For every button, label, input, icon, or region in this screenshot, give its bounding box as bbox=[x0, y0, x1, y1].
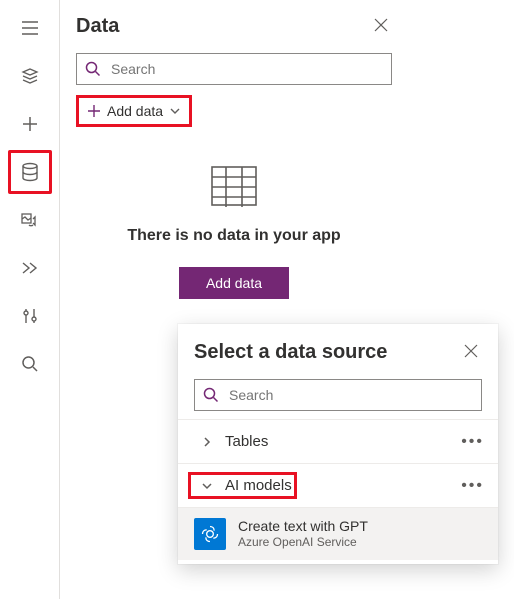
chevron-right-icon bbox=[193, 436, 221, 448]
category-label: Tables bbox=[225, 433, 268, 450]
nav-rail bbox=[0, 0, 60, 599]
popup-close-icon[interactable] bbox=[460, 338, 482, 367]
search-icon bbox=[203, 387, 219, 403]
category-ai-models-header: AI models bbox=[188, 472, 297, 499]
datasource-text: Create text with GPT Azure OpenAI Servic… bbox=[238, 518, 368, 549]
category-more-icon[interactable]: ••• bbox=[457, 477, 488, 495]
add-data-dropdown[interactable]: Add data bbox=[76, 95, 192, 127]
popup-search-box[interactable] bbox=[194, 379, 482, 411]
nav-search-icon[interactable] bbox=[8, 342, 52, 386]
datasource-subtitle: Azure OpenAI Service bbox=[238, 535, 368, 549]
nav-insert-icon[interactable] bbox=[8, 102, 52, 146]
datasource-gpt[interactable]: Create text with GPT Azure OpenAI Servic… bbox=[178, 507, 498, 560]
empty-state-message: There is no data in your app bbox=[76, 227, 392, 245]
panel-title: Data bbox=[76, 15, 119, 38]
plus-icon bbox=[87, 104, 101, 118]
empty-state-icon bbox=[76, 165, 392, 207]
category-ai-models[interactable]: AI models ••• bbox=[178, 463, 498, 507]
category-label: AI models bbox=[225, 477, 292, 494]
category-tables-header: Tables bbox=[188, 428, 273, 455]
category-more-icon[interactable]: ••• bbox=[457, 433, 488, 451]
panel-search-input[interactable] bbox=[109, 60, 383, 78]
nav-hamburger-icon[interactable] bbox=[8, 6, 52, 50]
nav-settings-icon[interactable] bbox=[8, 294, 52, 338]
openai-icon bbox=[194, 518, 226, 550]
category-tables[interactable]: Tables ••• bbox=[178, 419, 498, 463]
add-data-label: Add data bbox=[107, 103, 163, 119]
chevron-down-icon bbox=[193, 480, 221, 492]
data-source-popup: Select a data source Tables ••• AI model… bbox=[178, 324, 498, 564]
add-data-button[interactable]: Add data bbox=[179, 267, 289, 299]
nav-media-icon[interactable] bbox=[8, 198, 52, 242]
nav-data-icon[interactable] bbox=[8, 150, 52, 194]
empty-state: There is no data in your app Add data bbox=[76, 165, 392, 299]
popup-search-input[interactable] bbox=[227, 386, 473, 404]
close-icon[interactable] bbox=[370, 12, 392, 41]
popup-title: Select a data source bbox=[194, 341, 387, 364]
datasource-name: Create text with GPT bbox=[238, 518, 368, 535]
nav-powerfx-icon[interactable] bbox=[8, 246, 52, 290]
data-panel: Data Add data There is no data in your a… bbox=[60, 0, 408, 299]
chevron-down-icon bbox=[169, 105, 181, 117]
search-icon bbox=[85, 61, 101, 77]
popup-header: Select a data source bbox=[178, 324, 498, 373]
nav-layers-icon[interactable] bbox=[8, 54, 52, 98]
panel-search-box[interactable] bbox=[76, 53, 392, 85]
panel-header: Data bbox=[76, 12, 392, 41]
